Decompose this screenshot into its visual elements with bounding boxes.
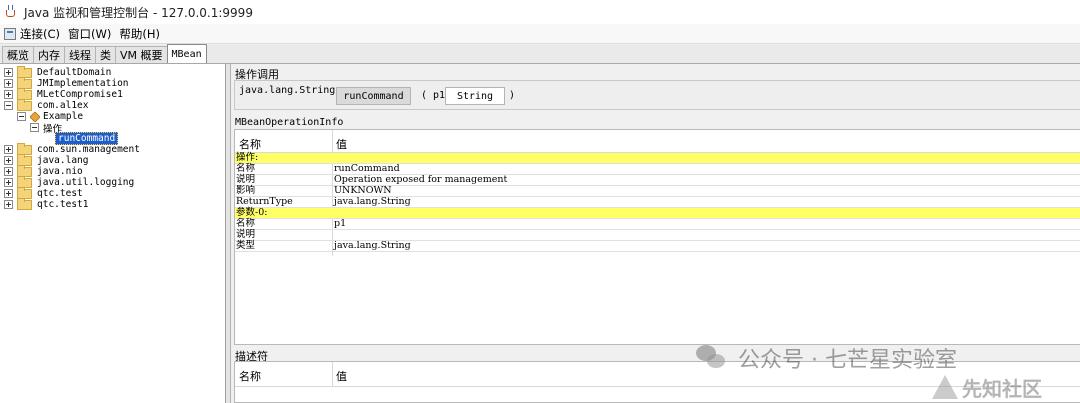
tab-threads[interactable]: 线程 — [64, 46, 96, 63]
tree-node-label: com.sun.management — [37, 144, 140, 155]
row-name: ReturnType — [236, 196, 293, 207]
row-name: 影响 — [236, 185, 256, 196]
row-name: 说明 — [236, 229, 256, 240]
row-value: p1 — [334, 218, 347, 229]
row-name: 参数-0: — [236, 207, 268, 218]
mbean-icon — [29, 110, 41, 123]
row-name: 名称 — [236, 218, 256, 229]
expand-icon[interactable] — [4, 145, 13, 154]
xianzhi-logo-icon — [930, 374, 958, 401]
collapse-icon[interactable] — [17, 112, 26, 121]
table-row[interactable]: 名称 p1 — [235, 219, 1080, 230]
tab-memory[interactable]: 内存 — [33, 46, 65, 63]
table-row-section[interactable]: 参数-0: — [235, 208, 1080, 219]
paren-close-label: ) — [509, 90, 516, 101]
wechat-watermark-text: 公众号 · 七芒星实验室 — [738, 348, 957, 373]
expand-icon[interactable] — [4, 79, 13, 88]
tree-node-com-al1ex[interactable]: com.al1ex — [4, 98, 89, 111]
tab-bar: 概览 内存 线程 类 VM 概要 MBean — [0, 44, 1080, 64]
row-value: UNKNOWN — [334, 185, 392, 196]
table-row[interactable]: ReturnType java.lang.String — [235, 197, 1080, 208]
param-p1-input[interactable]: String — [445, 87, 505, 105]
table-header: 名称 值 — [235, 130, 1080, 153]
window-title: Java 监视和管理控制台 - 127.0.0.1:9999 — [24, 5, 253, 20]
tree-node-label: DefaultDomain — [37, 67, 112, 78]
row-name: 类型 — [236, 240, 256, 251]
operation-info-table: 名称 值 操作: 名称 runCommand 说明 Operation expo… — [234, 129, 1080, 345]
menu-connection[interactable]: 连接(C) — [20, 26, 60, 42]
folder-icon — [17, 98, 32, 111]
expand-icon[interactable] — [4, 90, 13, 99]
tree-node-label: qtc.test1 — [37, 199, 89, 210]
tree-node-qtc-test1[interactable]: qtc.test1 — [4, 197, 89, 210]
row-value: runCommand — [334, 163, 400, 174]
operation-invocation-panel: java.lang.String runCommand ( p1 String … — [234, 80, 1080, 110]
row-name: 操作: — [236, 152, 259, 163]
expand-icon[interactable] — [4, 156, 13, 165]
param-label: ( p1 — [421, 90, 446, 101]
row-value: java.lang.String — [334, 196, 411, 207]
menu-help[interactable]: 帮助(H) — [119, 26, 160, 42]
expand-icon[interactable] — [4, 167, 13, 176]
table-row[interactable]: 类型 java.lang.String — [235, 241, 1080, 252]
row-value: Operation exposed for management — [334, 174, 508, 185]
split-pane-divider[interactable] — [226, 64, 231, 403]
java-cup-icon — [4, 5, 18, 19]
collapse-icon[interactable] — [4, 101, 13, 110]
folder-icon — [17, 197, 32, 210]
collapse-icon[interactable] — [30, 123, 39, 132]
column-header-value[interactable]: 值 — [336, 136, 347, 152]
tab-classes[interactable]: 类 — [95, 46, 116, 63]
tree-node-label: MLetCompromise1 — [37, 89, 123, 100]
tree-node-label: java.util.logging — [37, 177, 135, 188]
tree-node-label: qtc.test — [37, 188, 83, 199]
expand-icon[interactable] — [4, 178, 13, 187]
expand-icon[interactable] — [4, 200, 13, 209]
column-header-name[interactable]: 名称 — [239, 368, 261, 384]
tree-node-java-nio[interactable]: java.nio — [4, 164, 83, 177]
tab-overview[interactable]: 概览 — [2, 46, 34, 63]
menu-window[interactable]: 窗口(W) — [68, 26, 111, 42]
column-header-name[interactable]: 名称 — [239, 136, 261, 152]
xianzhi-watermark: 先知社区 — [930, 373, 1042, 402]
invoke-runcommand-button[interactable]: runCommand — [336, 87, 411, 105]
tree-node-label: com.al1ex — [37, 100, 89, 111]
tree-node-qtc-test[interactable]: qtc.test — [4, 186, 83, 199]
tree-node-label: JMImplementation — [37, 78, 129, 89]
operation-info-title: MBeanOperationInfo — [235, 117, 344, 128]
wechat-watermark: 公众号 · 七芒星实验室 — [696, 342, 957, 374]
tree-node-label: java.nio — [37, 166, 83, 177]
row-name: 说明 — [236, 174, 256, 185]
tab-vm-summary[interactable]: VM 概要 — [115, 46, 168, 63]
connection-icon — [4, 27, 16, 40]
mbean-tree: DefaultDomain JMImplementation MLetCompr… — [0, 64, 226, 403]
column-header-value[interactable]: 值 — [336, 368, 347, 384]
column-divider[interactable] — [332, 362, 333, 386]
return-type-label: java.lang.String — [239, 85, 336, 96]
tab-mbean[interactable]: MBean — [166, 44, 207, 63]
expand-icon[interactable] — [4, 189, 13, 198]
row-name: 名称 — [236, 163, 256, 174]
xianzhi-watermark-text: 先知社区 — [962, 377, 1042, 401]
menu-bar: 连接(C) 窗口(W) 帮助(H) — [0, 24, 1080, 44]
tree-node-runcommand[interactable]: runCommand — [55, 132, 119, 145]
title-bar: Java 监视和管理控制台 - 127.0.0.1:9999 — [0, 0, 1080, 24]
wechat-icon — [696, 345, 726, 371]
tree-node-label: java.lang — [37, 155, 89, 166]
expand-icon[interactable] — [4, 68, 13, 77]
row-value: java.lang.String — [334, 240, 411, 251]
